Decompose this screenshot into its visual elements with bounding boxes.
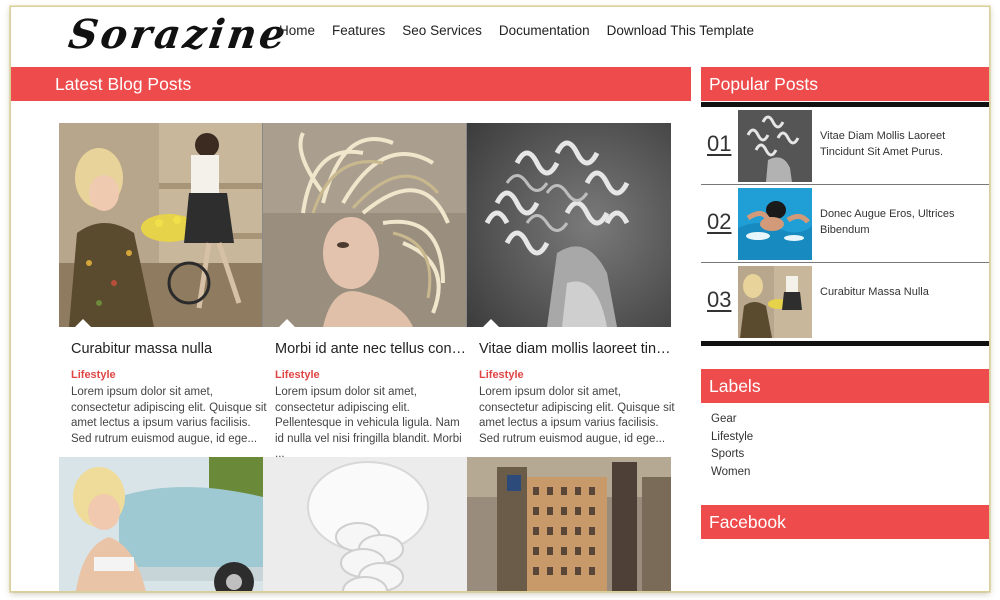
popular-post-item[interactable]: 02 Donec Augue Eros, Ultrices Bibendum (701, 185, 989, 263)
page-frame: Sorazine Home Features Seo Services Docu… (10, 6, 990, 592)
post-thumbnail[interactable] (263, 457, 467, 591)
label-link-women[interactable]: Women (711, 464, 753, 482)
nav-download-template[interactable]: Download This Template (607, 23, 754, 38)
post-image-vintage-woman (59, 123, 262, 327)
thumb-notch (279, 319, 295, 327)
post-thumbnail[interactable] (59, 457, 263, 591)
main-nav: Home Features Seo Services Documentation… (279, 23, 771, 38)
popular-post-title[interactable]: Vitae Diam Mollis Laoreet Tincidunt Sit … (820, 129, 970, 160)
popular-post-title[interactable]: Donec Augue Eros, Ultrices Bibendum (820, 207, 970, 238)
post-label[interactable]: Lifestyle (71, 369, 263, 381)
popular-post-number: 02 (707, 209, 732, 234)
site-logo[interactable]: Sorazine (66, 11, 292, 58)
post-thumbnail[interactable] (263, 123, 467, 327)
post-card: Morbi id ante nec tellus conval... Lifes… (263, 123, 471, 463)
popular-posts-header: Popular Posts (701, 67, 989, 101)
post-thumbnail[interactable] (467, 123, 671, 327)
thumb-notch (483, 319, 499, 327)
latest-posts-title: Latest Blog Posts (55, 74, 192, 94)
popular-image-vintage-woman (738, 266, 812, 338)
popular-posts-list: 01 Vitae Diam Mollis Laoreet Tincidunt S… (701, 102, 989, 346)
thumb-notch (75, 319, 91, 327)
nav-features[interactable]: Features (332, 23, 385, 38)
post-thumbnail[interactable] (59, 123, 263, 327)
post-title[interactable]: Vitae diam mollis laoreet tinci... (479, 341, 675, 357)
label-link-sports[interactable]: Sports (711, 446, 753, 464)
post-snippet: Lorem ipsum dolor sit amet, consectetur … (479, 386, 675, 445)
post-card: Curabitur massa nulla Lifestyle Lorem ip… (59, 123, 267, 447)
post-label[interactable]: Lifestyle (275, 369, 467, 381)
post-title[interactable]: Curabitur massa nulla (71, 341, 267, 357)
latest-posts-header: Latest Blog Posts (11, 67, 691, 101)
popular-post-item[interactable]: 01 Vitae Diam Mollis Laoreet Tincidunt S… (701, 107, 989, 185)
post-title[interactable]: Morbi id ante nec tellus conval... (275, 341, 471, 357)
popular-post-item[interactable]: 03 Curabitur Massa Nulla (701, 263, 989, 341)
popular-image-curly-bw (738, 110, 812, 182)
post-image-hair-art (263, 123, 466, 327)
facebook-header: Facebook (701, 505, 989, 539)
nav-documentation[interactable]: Documentation (499, 23, 590, 38)
popular-post-title[interactable]: Curabitur Massa Nulla (820, 285, 970, 301)
post-image-city-building (467, 457, 671, 591)
label-link-gear[interactable]: Gear (711, 411, 753, 429)
post-image-curly-hair-bw (467, 123, 671, 327)
popular-image-swimmer (738, 188, 812, 260)
labels-title: Labels (709, 376, 761, 396)
popular-posts-title: Popular Posts (709, 74, 818, 94)
labels-header: Labels (701, 369, 989, 403)
popular-post-number: 03 (707, 287, 732, 312)
popular-post-thumbnail[interactable] (738, 188, 812, 260)
post-snippet: Lorem ipsum dolor sit amet, consectetur … (71, 386, 267, 445)
popular-post-thumbnail[interactable] (738, 110, 812, 182)
post-label[interactable]: Lifestyle (479, 369, 671, 381)
post-image-white-braid (263, 457, 467, 591)
popular-post-thumbnail[interactable] (738, 266, 812, 338)
popular-post-number: 01 (707, 131, 732, 156)
post-snippet: Lorem ipsum dolor sit amet, consectetur … (275, 386, 462, 460)
nav-home[interactable]: Home (279, 23, 315, 38)
labels-list: Gear Lifestyle Sports Women (711, 411, 753, 481)
post-card: Vitae diam mollis laoreet tinci... Lifes… (467, 123, 675, 447)
facebook-title: Facebook (709, 512, 786, 532)
post-thumbnail[interactable] (467, 457, 671, 591)
label-link-lifestyle[interactable]: Lifestyle (711, 429, 753, 447)
nav-seo-services[interactable]: Seo Services (402, 23, 482, 38)
post-image-car-woman (59, 457, 263, 591)
